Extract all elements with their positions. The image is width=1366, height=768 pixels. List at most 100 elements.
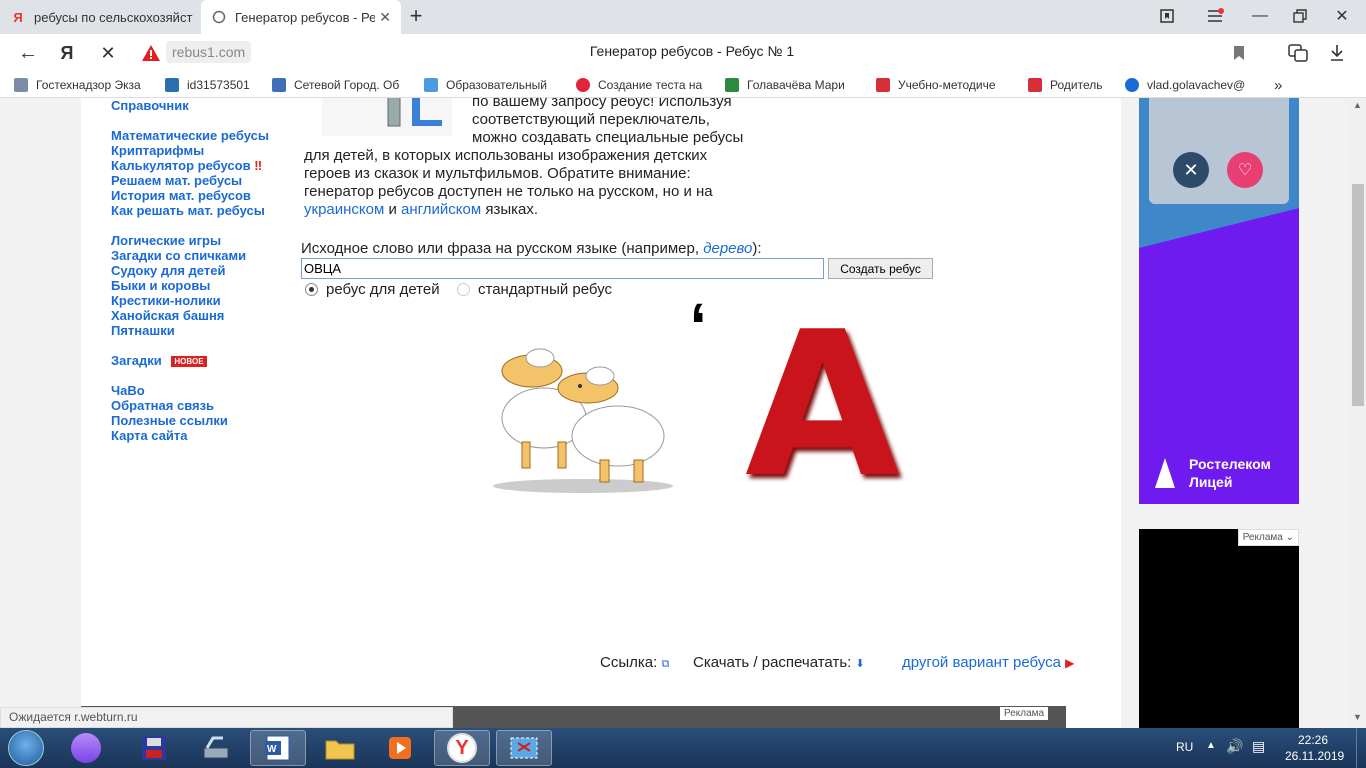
alice-icon[interactable] <box>58 730 114 766</box>
double-exclamation-icon: ‼ <box>254 158 263 173</box>
mail-icon <box>1125 78 1139 92</box>
external-link-icon: ⧉ <box>661 658 670 670</box>
more-bookmarks-icon[interactable]: » <box>1274 76 1282 94</box>
url-domain[interactable]: rebus1.com <box>166 41 252 63</box>
close-icon[interactable]: ✕ <box>379 9 391 26</box>
warning-icon[interactable] <box>140 42 162 64</box>
start-button[interactable] <box>8 730 44 766</box>
sidebar-link[interactable]: Ханойская башня <box>111 308 224 323</box>
new-tab-button[interactable]: + <box>406 3 426 28</box>
bookmark-icon[interactable] <box>1228 42 1250 64</box>
sidebar-link[interactable]: Обратная связь <box>111 398 214 413</box>
word-input[interactable] <box>301 258 824 279</box>
bookmark-item[interactable]: Родитель <box>1028 76 1112 94</box>
radio-kids-label[interactable]: ребус для детей <box>326 281 440 299</box>
bookmark-item[interactable]: Создание теста на <box>576 76 708 94</box>
network-icon[interactable]: ▤ <box>1252 738 1265 755</box>
tab-generator[interactable]: Генератор ребусов - Ре ✕ <box>201 0 401 34</box>
download-icon[interactable] <box>1326 42 1348 64</box>
snipping-tool-icon[interactable] <box>496 730 552 766</box>
new-badge: НОВОЕ <box>171 356 207 368</box>
intro-line: соответствующий переключатель, <box>472 111 710 128</box>
ad-label[interactable]: Реклама <box>1000 707 1049 720</box>
folder-icon[interactable] <box>312 730 368 766</box>
scroll-down-icon[interactable]: ▼ <box>1353 712 1362 722</box>
sidebar-link[interactable]: Криптарифмы <box>111 143 204 158</box>
sidebar-link[interactable]: История мат. ребусов <box>111 188 251 203</box>
scroll-thumb[interactable] <box>1352 184 1364 406</box>
sidebar-link[interactable]: Логические игры <box>111 233 221 248</box>
english-link[interactable]: английском <box>401 201 481 218</box>
site-icon <box>876 78 890 92</box>
show-desktop-button[interactable] <box>1356 728 1366 768</box>
menu-icon[interactable] <box>1205 6 1225 26</box>
yandex-icon[interactable]: Я <box>56 42 78 64</box>
ukrainian-link[interactable]: украинском <box>304 201 384 218</box>
sidebar-link[interactable]: Быки и коровы <box>111 278 210 293</box>
volume-icon[interactable]: 🔊 <box>1226 738 1243 755</box>
page-title-header[interactable]: Генератор ребусов - Ребус № 1 <box>500 43 884 59</box>
bookmark-item[interactable]: vlad.golavachev@ <box>1125 76 1259 94</box>
tab-rebuses[interactable]: Я ребусы по сельскохозяйст <box>0 0 200 34</box>
radio-standard-label[interactable]: стандартный ребус <box>478 281 612 299</box>
close-window-icon[interactable]: ✕ <box>1332 6 1352 26</box>
heart-icon: ♡ <box>1227 152 1263 188</box>
tray-arrow-icon[interactable]: ▲ <box>1206 740 1216 751</box>
scanner-icon[interactable] <box>188 730 244 766</box>
sidebar-link[interactable]: Карта сайта <box>111 428 188 443</box>
yandex-browser-icon[interactable]: Y <box>434 730 490 766</box>
check-icon <box>725 78 739 92</box>
ad-banner[interactable]: ✕ ♡ Ростелеком Лицей <box>1139 98 1299 504</box>
ad-video-block[interactable]: Реклама ⌄ <box>1139 529 1299 728</box>
radio-kids[interactable] <box>305 283 318 296</box>
translate-icon[interactable] <box>1287 42 1309 64</box>
tray-language[interactable]: RU <box>1176 740 1193 754</box>
input-label: Исходное слово или фраза на русском язык… <box>301 240 762 257</box>
restore-icon[interactable] <box>1290 6 1310 26</box>
ad-brand-line2: Лицей <box>1189 474 1233 490</box>
test-icon <box>576 78 590 92</box>
word-icon[interactable]: W <box>250 730 306 766</box>
scroll-up-icon[interactable]: ▲ <box>1353 100 1362 110</box>
intro-line: генератор ребусов доступен не только на … <box>304 183 713 200</box>
sidebar-link[interactable]: Справочник <box>111 98 189 113</box>
create-rebus-button[interactable]: Создать ребус <box>828 258 933 279</box>
intro-line-languages: украинском и английском языках. <box>304 201 539 218</box>
sidebar-link[interactable]: Математические ребусы <box>111 128 269 143</box>
rebus-letter: А <box>745 289 900 522</box>
bookmark-item[interactable]: Голавачёва Мари <box>725 76 859 94</box>
sidebar-link[interactable]: ЧаВо <box>111 383 145 398</box>
stop-icon[interactable]: ✕ <box>97 42 119 64</box>
clock-date[interactable]: 26.11.2019 <box>1285 749 1344 763</box>
sidebar-link[interactable]: Как решать мат. ребусы <box>111 203 265 218</box>
bookmark-item[interactable]: Сетевой Город. Об <box>272 76 408 94</box>
bookmark-item[interactable]: Образовательный <box>424 76 558 94</box>
sidebar-link[interactable]: Судоку для детей <box>111 263 225 278</box>
sidebar-link-calculator[interactable]: Калькулятор ребусов ‼ <box>111 158 262 173</box>
clock-time[interactable]: 22:26 <box>1298 733 1328 747</box>
radio-dot <box>309 287 314 292</box>
back-arrow-icon[interactable]: ← <box>17 42 39 64</box>
minimize-icon[interactable]: — <box>1250 6 1270 26</box>
ad-label-dropdown[interactable]: Реклама ⌄ <box>1237 529 1299 546</box>
radio-standard[interactable] <box>457 283 470 296</box>
sidebar-link-riddles[interactable]: Загадки НОВОЕ <box>111 353 207 368</box>
status-bar: Ожидается r.webturn.ru <box>0 707 453 728</box>
sidebar-link[interactable]: Решаем мат. ребусы <box>111 173 242 188</box>
bookmarks-manager-icon[interactable] <box>1157 6 1177 26</box>
media-player-icon[interactable] <box>372 730 428 766</box>
sidebar-link[interactable]: Крестики-нолики <box>111 293 221 308</box>
bookmark-item[interactable]: Гостехнадзор Экза <box>14 76 146 94</box>
example-link[interactable]: дерево <box>703 240 752 257</box>
save-disk-icon[interactable] <box>126 730 182 766</box>
download-label[interactable]: Скачать / распечатать: ⬇ <box>693 654 865 673</box>
other-variant-link[interactable]: другой вариант ребуса ▶ <box>902 654 1074 672</box>
scrollbar[interactable]: ▲ ▼ <box>1350 98 1366 728</box>
tab-label: ребусы по сельскохозяйст <box>34 9 193 25</box>
link-label[interactable]: Ссылка: ⧉ <box>600 654 669 673</box>
bookmark-item[interactable]: Учебно-методиче <box>876 76 1010 94</box>
sidebar-link[interactable]: Полезные ссылки <box>111 413 228 428</box>
sidebar-link[interactable]: Загадки со спичками <box>111 248 246 263</box>
sidebar-link[interactable]: Пятнашки <box>111 323 175 338</box>
bookmark-item[interactable]: id31573501 <box>165 76 261 94</box>
